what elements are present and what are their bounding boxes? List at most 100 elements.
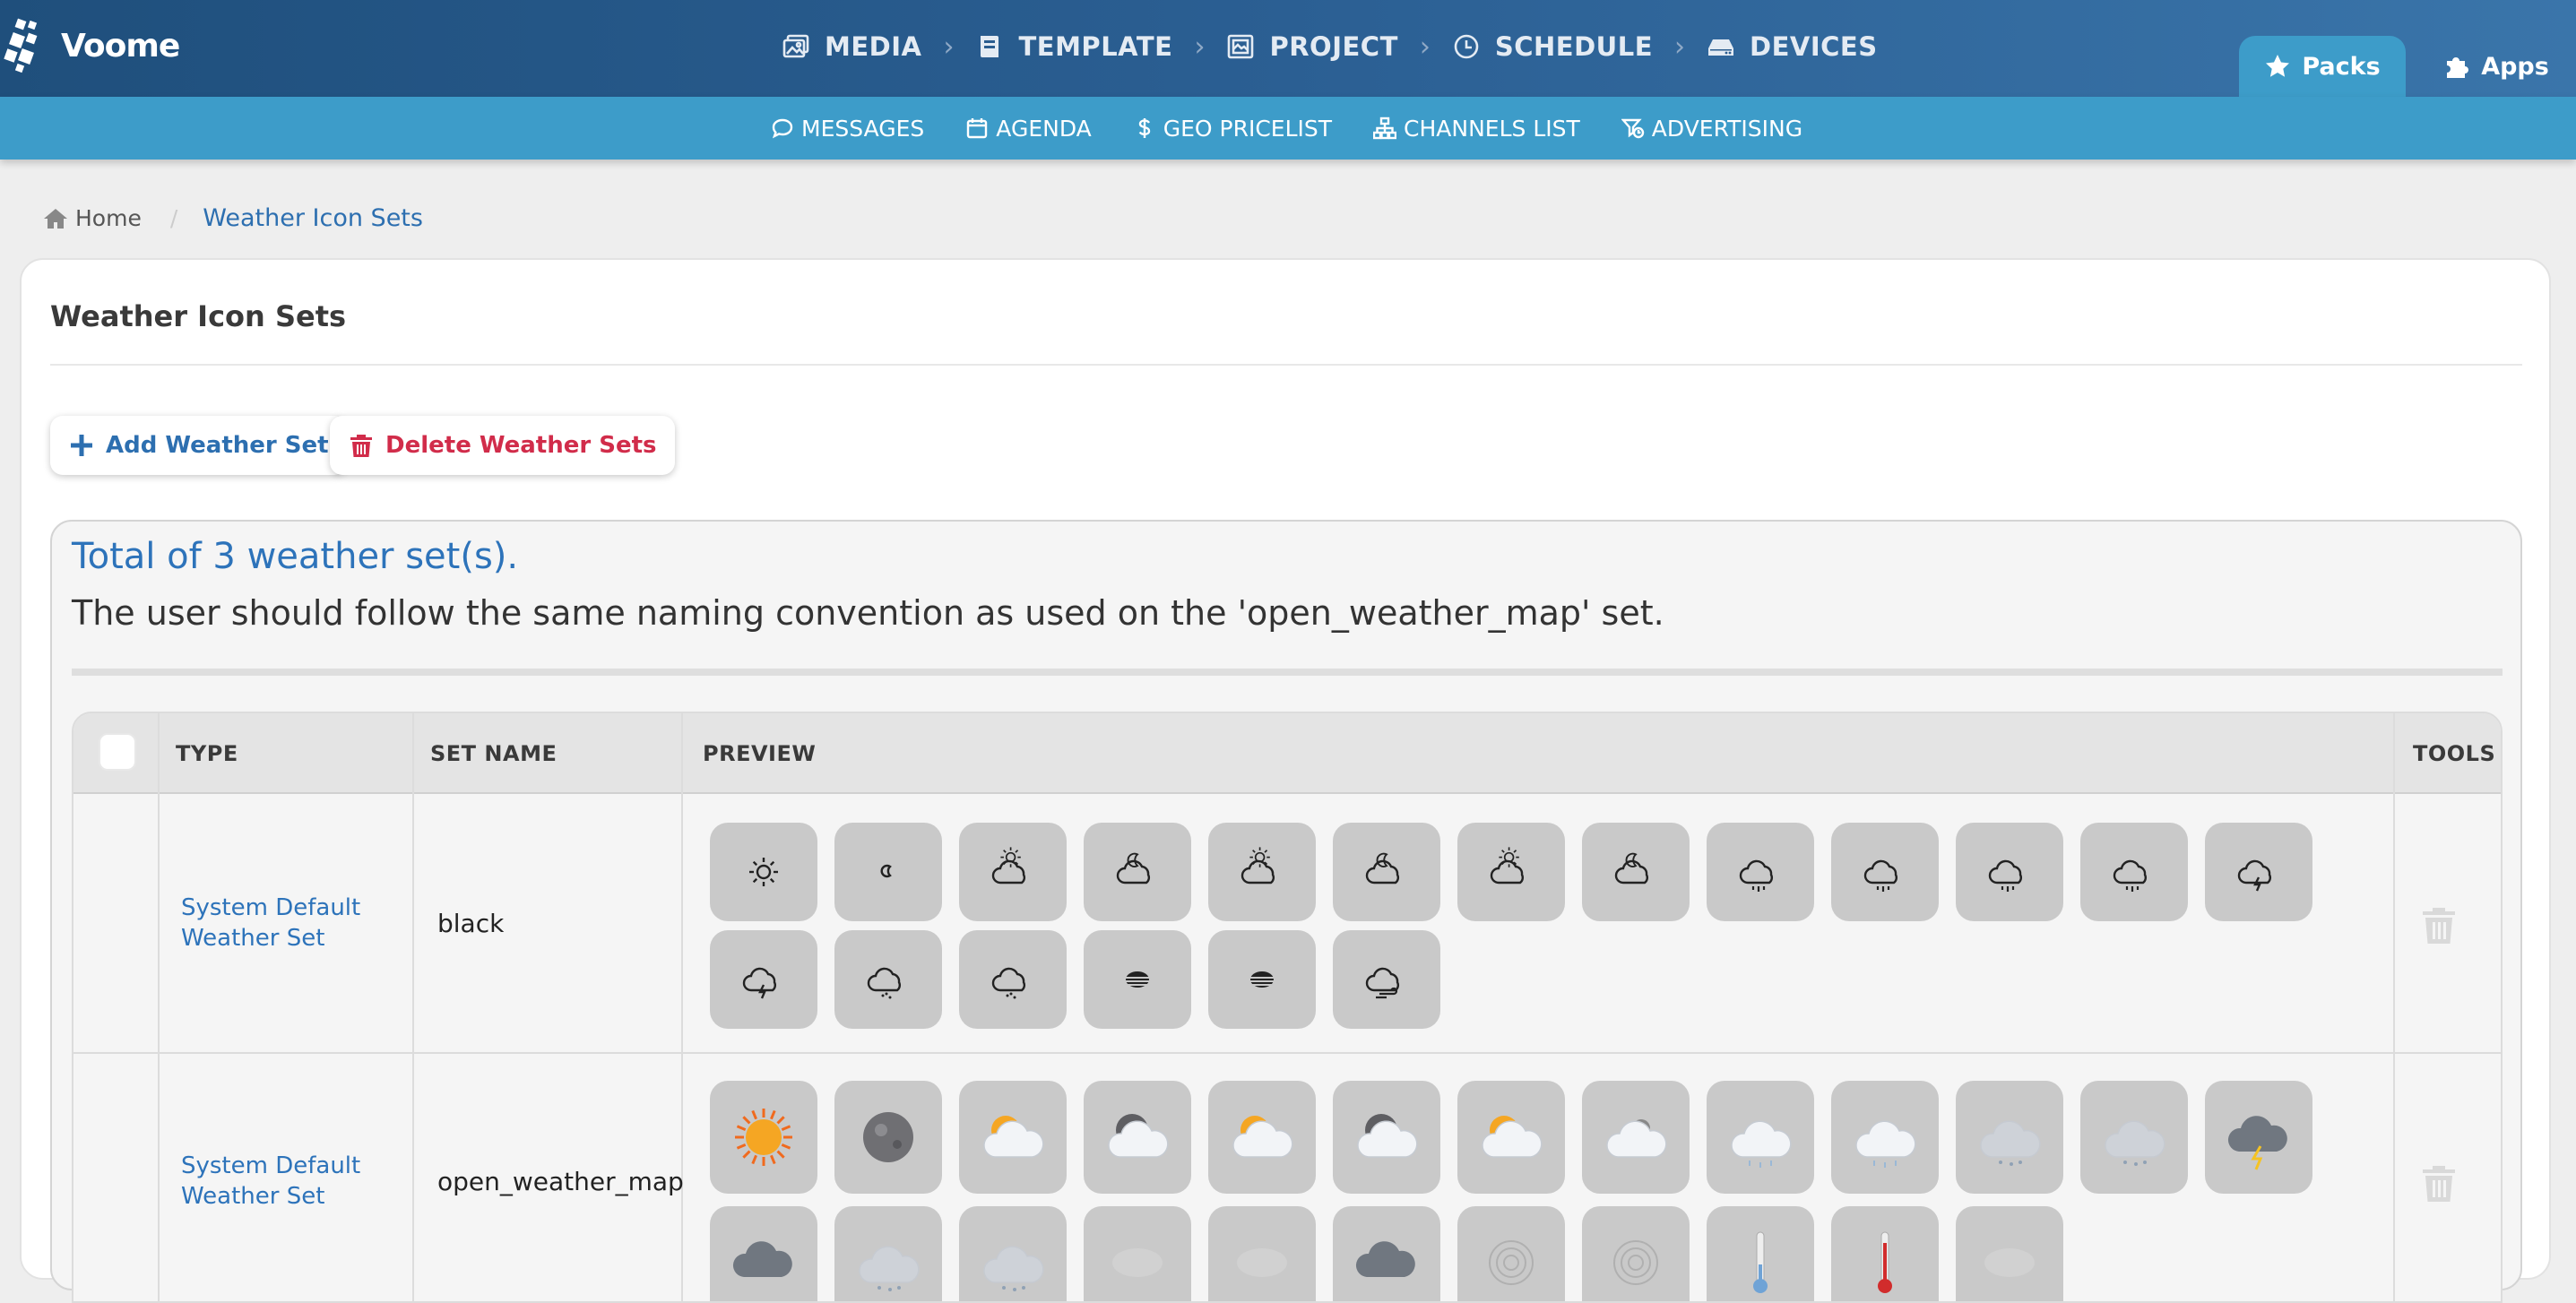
snow-cloud-icon [1980,1120,2041,1166]
nav-devices-label: DEVICES [1750,31,1878,62]
sitemap-icon [1373,116,1397,140]
fog-2-icon [1237,1248,1287,1277]
weather-icon-tile [959,1206,1067,1301]
book-icon [981,36,999,57]
tab-apps-label: Apps [2481,52,2549,81]
add-weather-set-label: Add Weather Set [106,432,329,459]
weather-icon-tile [1084,1206,1191,1301]
weather-sets-table: TYPE SET NAME PREVIEW TOOLS System Defau… [72,712,2503,1303]
nav-separator: › [1674,30,1686,63]
set-name-cell: black [437,909,505,938]
nav-project[interactable]: PROJECT [1226,31,1397,62]
weather-icon-tile [834,930,942,1029]
weather-icon-tile [1084,1081,1191,1194]
weather-icon-tile [834,1081,942,1194]
nav-media[interactable]: MEDIA [782,31,921,62]
moon-cloud-2-icon [1357,1114,1418,1158]
subnav-geo-pricelist[interactable]: GEO PRICELIST [1133,116,1332,142]
sub-nav: MESSAGES AGENDA GEO PRICELIST CHANNELS L… [771,97,1844,160]
weather-icon-tile [959,823,1067,921]
breadcrumb-separator: / [169,205,178,231]
subnav-messages[interactable]: MESSAGES [771,116,924,142]
select-all-checkbox[interactable] [99,733,136,771]
logo[interactable]: Voome [4,16,180,75]
col-type[interactable]: TYPE [176,713,238,794]
weather-icon-tile [710,1081,817,1194]
logo-text: Voome [61,27,180,65]
trash-icon [350,435,372,457]
nav-template[interactable]: TEMPLATE [975,31,1172,62]
weather-icon-tile [2080,1081,2188,1194]
divider [72,669,2503,676]
set-name-cell: open_weather_map [437,1167,684,1196]
hdd-icon [1708,39,1734,56]
shower-rain-day-icon [1739,859,1774,892]
weather-icon-tile [1831,1081,1939,1194]
table-row[interactable]: System Default Weather Set open_weather_… [73,1054,2501,1301]
type-cell[interactable]: System Default Weather Set [181,1151,360,1212]
weather-icon-tile [1956,1206,2063,1301]
weather-icon-tile [1208,930,1316,1029]
weather-icon-tile [834,1206,942,1301]
nav-separator: › [1419,30,1431,63]
subnav-agenda[interactable]: AGENDA [965,116,1092,142]
breadcrumb: Home / Weather Icon Sets [43,204,423,232]
weather-icon-tile [2205,823,2312,921]
tab-apps[interactable]: Apps [2420,36,2572,97]
delete-weather-sets-button[interactable]: Delete Weather Sets [330,416,675,475]
breadcrumb-home[interactable]: Home [43,205,142,231]
col-preview: PREVIEW [703,741,817,766]
nav-devices[interactable]: DEVICES [1707,31,1878,62]
weather-icon-tile [1457,823,1565,921]
weather-icon-tile [959,1081,1067,1194]
weather-icon-tile [1707,1206,1814,1301]
type-line: System Default [181,1152,361,1179]
star-icon [2266,55,2290,77]
clock-icon [1454,34,1479,59]
add-weather-set-button[interactable]: Add Weather Set [50,416,347,475]
subnav-advertising[interactable]: ADVERTISING [1621,116,1802,142]
project-icon [1228,34,1254,59]
type-cell[interactable]: System Default Weather Set [181,893,360,954]
delete-weather-sets-label: Delete Weather Sets [385,432,657,459]
breadcrumb-current[interactable]: Weather Icon Sets [203,204,423,232]
dark-cloud-icon [732,1241,792,1277]
snow-night-icon [991,967,1026,999]
delete-row-icon[interactable] [2420,1163,2458,1204]
table-row[interactable]: System Default Weather Set black [73,796,2501,1054]
delete-row-icon[interactable] [2420,905,2458,946]
nav-project-label: PROJECT [1269,31,1398,62]
subnav-messages-label: MESSAGES [801,115,925,142]
rain-cloud-icon [1731,1120,1792,1168]
sets-count: Total of 3 weather set(s). [72,536,519,577]
nav-media-label: MEDIA [825,31,922,62]
weather-icon-tile [1333,1206,1440,1301]
col-set-name[interactable]: SET NAME [430,713,557,794]
type-line: Weather Set [181,925,325,952]
weather-icon-tile [1582,1081,1690,1194]
weather-icon-tile [1333,1081,1440,1194]
broken-clouds-day-icon [1490,847,1525,884]
weather-sets-panel: Total of 3 weather set(s). The user shou… [50,520,2522,1303]
calendar-icon [967,118,988,139]
moon-cloud-icon [1108,1114,1169,1158]
nav-schedule[interactable]: SCHEDULE [1452,31,1653,62]
snow-day-icon [867,967,902,999]
subnav-channels-list[interactable]: CHANNELS LIST [1373,116,1580,142]
sub-navbar: MESSAGES AGENDA GEO PRICELIST CHANNELS L… [0,97,2576,160]
moon-icon [863,1112,913,1162]
few-clouds-day-icon [991,847,1026,884]
haze-icon [1984,1248,2035,1277]
dollar-icon [1138,118,1150,138]
weather-sets-card: Weather Icon Sets Add Weather Set Delete… [20,258,2551,1303]
spiral-2-icon [1613,1240,1658,1285]
top-navbar: Voome MEDIA › TEMPLATE › PROJECT › SCHED… [0,0,2576,97]
weather-icon-tile [1208,823,1316,921]
subnav-advertising-label: ADVERTISING [1651,115,1803,142]
weather-icon-tile [1208,1206,1316,1301]
weather-icon-tile [1956,823,2063,921]
weather-icon-tile [1831,1206,1939,1301]
preview-cell [710,823,2413,1029]
thermometer-hot-icon [1878,1231,1892,1293]
tab-packs[interactable]: Packs [2239,36,2406,97]
